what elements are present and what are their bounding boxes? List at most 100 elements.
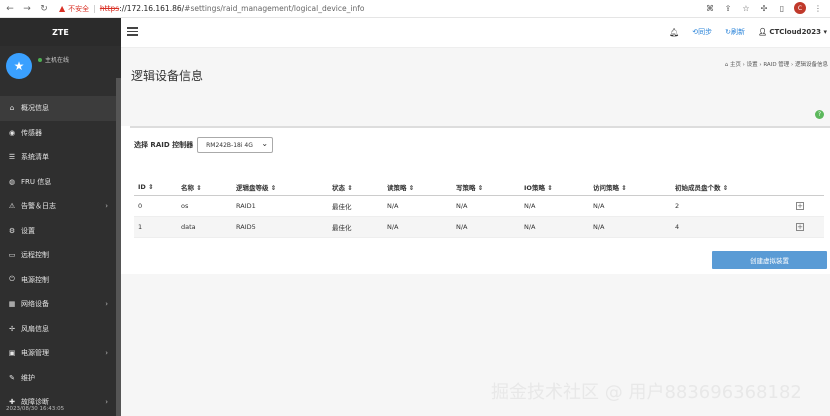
forward-icon[interactable]: →	[20, 2, 34, 16]
sidepanel-icon[interactable]: ▯	[776, 2, 788, 14]
sidebar-item-label: 概况信息	[21, 104, 49, 113]
sort-icon: ⇕	[475, 183, 484, 192]
fru-icon: ◍	[8, 177, 16, 186]
user-menu[interactable]: 👤︎ CTCloud2023 ▾	[758, 28, 827, 36]
url-field[interactable]: https://172.16.161.86/#settings/raid_man…	[100, 4, 365, 13]
alarm-icon: ⚠	[8, 202, 16, 211]
header-actions: 🔔︎ ⟲同步 ↻刷新 👤︎ CTCloud2023 ▾	[669, 27, 827, 37]
sidebar-item-8[interactable]: ▦ 网络设备 ›	[0, 292, 116, 317]
sort-icon: ⇕	[194, 183, 202, 192]
table-cell: 0	[138, 202, 143, 210]
table-cell: data	[181, 223, 196, 231]
power-icon: ⏻	[9, 275, 15, 284]
network-icon: ▦	[8, 300, 16, 309]
menu-toggle-icon[interactable]	[127, 27, 138, 36]
column-header[interactable]: 名称 ⇕	[181, 182, 202, 192]
page-header: 逻辑设备信息 ⌂ 主页 › 设置 › RAID 管理 › 逻辑设备信息 ?	[121, 48, 830, 126]
column-header[interactable]: 读策略 ⇕	[387, 182, 414, 192]
sidebar-item-1[interactable]: ◉ 传感器	[0, 121, 116, 146]
sidebar-timestamp: 2023/08/30 16:43:05	[6, 406, 65, 412]
sort-icon: ⇕	[268, 183, 277, 192]
sort-icon: ⇕	[406, 183, 415, 192]
sidebar: ZTE ★ 主机在线 ⌂ 概况信息 ◉ 传感器 ☰ 系统清单 ◍ FRU 信息 ⚠ 告警＆日志 › ⚙…	[0, 18, 121, 416]
bell-icon[interactable]: 🔔︎	[669, 28, 679, 37]
top-header: 🔔︎ ⟲同步 ↻刷新 👤︎ CTCloud2023 ▾	[121, 18, 830, 48]
breadcrumb-text[interactable]: 主页 › 设置 › RAID 管理 › 逻辑设备信息	[730, 62, 828, 68]
help-icon[interactable]: ?	[815, 110, 824, 119]
column-header-label: IO策略	[524, 183, 545, 192]
user-icon: 👤︎	[757, 28, 770, 36]
column-header[interactable]: 逻辑盘等级 ⇕	[236, 182, 276, 192]
column-header[interactable]: IO策略 ⇕	[524, 182, 553, 192]
column-header[interactable]: ID ⇕	[138, 183, 154, 191]
gear-icon: ⚙	[8, 226, 16, 235]
extensions-icon[interactable]: ✣	[758, 2, 770, 14]
browser-toolbar: ⌘ ⇪ ☆ ✣ ▯ C ⋮	[704, 2, 824, 14]
caret-down-icon: ▾	[821, 28, 827, 36]
sidebar-item-4[interactable]: ⚠ 告警＆日志 ›	[0, 194, 116, 219]
sidebar-menu: ⌂ 概况信息 ◉ 传感器 ☰ 系统清单 ◍ FRU 信息 ⚠ 告警＆日志 › ⚙ 设置 ▭ 远程控制 ⏻ 电源控…	[0, 96, 116, 415]
sidebar-item-6[interactable]: ▭ 远程控制	[0, 243, 116, 268]
table-row[interactable]: 0 os RAID1 最佳化 N/A N/A N/A N/A 2 +	[134, 196, 824, 217]
sidebar-item-2[interactable]: ☰ 系统清单	[0, 145, 116, 170]
bookmark-icon[interactable]: ☆	[740, 2, 752, 14]
reload-icon[interactable]: ↻	[37, 2, 51, 16]
controller-label: 选择 RAID 控制器	[134, 141, 194, 149]
home-icon: ⌂	[9, 104, 15, 113]
sidebar-item-11[interactable]: ✎ 维护	[0, 366, 116, 391]
table-cell: os	[181, 202, 189, 210]
sort-icon: ⇕	[720, 183, 729, 192]
sidebar-item-3[interactable]: ◍ FRU 信息	[0, 170, 116, 195]
wrench-icon: ✎	[9, 373, 15, 382]
host-status-text: 主机在线	[45, 57, 70, 64]
logical-device-table: ID ⇕ 名称 ⇕ 逻辑盘等级 ⇕ 状态 ⇕ 读策略 ⇕ 写策略 ⇕ IO策略 ⇕ 访问策略 …	[134, 178, 824, 238]
column-header-label: 状态	[332, 183, 345, 192]
table-header-row: ID ⇕ 名称 ⇕ 逻辑盘等级 ⇕ 状态 ⇕ 读策略 ⇕ 写策略 ⇕ IO策略 ⇕ 访问策略 …	[134, 178, 824, 196]
host-status-panel: ★ 主机在线	[0, 46, 121, 96]
table-row[interactable]: 1 data RAID5 最佳化 N/A N/A N/A N/A 4 +	[134, 217, 824, 238]
column-header[interactable]: 状态 ⇕	[332, 182, 353, 192]
expand-row-icon[interactable]: +	[796, 223, 804, 231]
online-dot	[38, 57, 42, 62]
table-cell: N/A	[524, 223, 536, 231]
column-header[interactable]: 初始成员盘个数 ⇕	[675, 182, 728, 192]
sidebar-item-0[interactable]: ⌂ 概况信息	[0, 96, 116, 121]
sidebar-item-label: 电源控制	[21, 275, 49, 284]
watermark: 掘金技术社区 @ 用户883696368182	[491, 382, 802, 403]
user-name: CTCloud2023	[769, 28, 822, 36]
back-icon[interactable]: ←	[3, 2, 17, 16]
profile-avatar[interactable]: C	[794, 2, 806, 14]
host-online-status: 主机在线	[38, 55, 69, 64]
sidebar-item-label: 系统清单	[21, 153, 49, 162]
sidebar-item-7[interactable]: ⏻ 电源控制	[0, 268, 116, 293]
column-header[interactable]: 写策略 ⇕	[456, 182, 483, 192]
browser-address-bar: ← → ↻ ▲ 不安全 | https://172.16.161.86/#set…	[0, 0, 830, 18]
sidebar-item-10[interactable]: ▣ 电源管理 ›	[0, 341, 116, 366]
column-header[interactable]: 访问策略 ⇕	[593, 182, 627, 192]
sort-icon: ⇕	[145, 182, 154, 191]
sync-button[interactable]: ⟲同步	[692, 27, 712, 37]
sidebar-item-5[interactable]: ⚙ 设置	[0, 219, 116, 244]
sensor-icon: ◉	[8, 128, 16, 137]
refresh-button[interactable]: ↻刷新	[725, 27, 745, 37]
translate-icon[interactable]: ⌘	[704, 2, 716, 14]
refresh-label: 刷新	[730, 28, 745, 36]
host-avatar-icon: ★	[6, 53, 32, 79]
sort-icon: ⇕	[619, 183, 627, 192]
chevron-right-icon: ›	[105, 349, 108, 358]
page-title: 逻辑设备信息	[131, 69, 204, 83]
share-icon[interactable]: ⇪	[722, 2, 734, 14]
more-icon[interactable]: ⋮	[812, 2, 824, 14]
sidebar-item-label: 远程控制	[21, 251, 49, 260]
raid-controller-select[interactable]: RM242B-18i 4G	[197, 137, 274, 153]
create-virtual-device-button[interactable]: 创建虚拟装置	[712, 251, 827, 269]
table-cell: RAID1	[236, 202, 256, 210]
fan-icon: ✢	[9, 324, 15, 333]
table-cell: N/A	[456, 223, 468, 231]
sidebar-item-label: FRU 信息	[21, 177, 52, 186]
url-host: ://172.16.161.86/	[119, 4, 185, 13]
warning-icon: ▲	[59, 4, 66, 13]
sidebar-item-9[interactable]: ✢ 风扇信息	[0, 317, 116, 342]
expand-row-icon[interactable]: +	[796, 202, 804, 210]
sidebar-item-label: 网络设备	[21, 300, 49, 309]
